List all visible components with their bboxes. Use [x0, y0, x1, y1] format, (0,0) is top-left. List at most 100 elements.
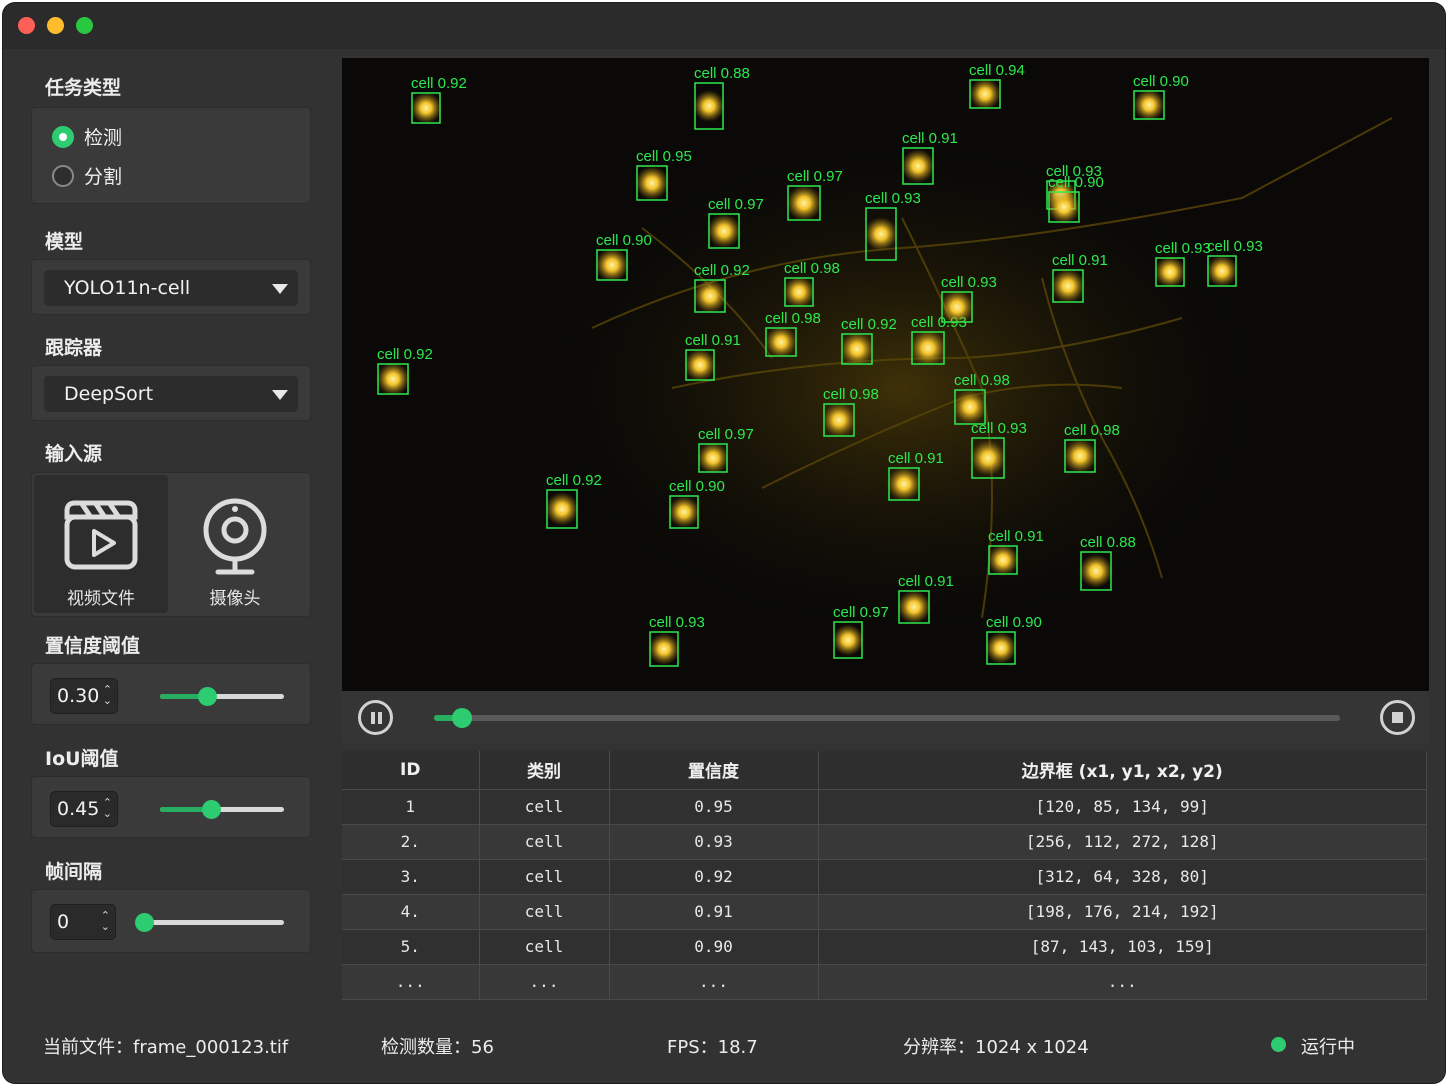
cell-class: cell: [479, 929, 610, 965]
detection-box: cell 0.93: [648, 614, 705, 667]
cell-blob: [901, 149, 935, 183]
table-row[interactable]: 2. cell 0.93 [256, 112, 272, 128]: [342, 824, 1427, 860]
cell-blob: [693, 279, 727, 313]
table-row[interactable]: 4. cell 0.91 [198, 176, 214, 192]: [342, 894, 1427, 930]
detection-label: cell 0.91: [898, 573, 954, 590]
zoom-window-button[interactable]: [76, 17, 93, 34]
chevron-down-icon[interactable]: [272, 284, 288, 294]
status-bar: 当前文件：frame_000123.tif 检测数量：56 FPS：18.7 分…: [3, 1025, 1445, 1061]
cell-blob: [864, 217, 898, 251]
detection-table: ID 类别 置信度 边界框 (x1, y1, x2, y2) 1 cell 0.…: [342, 751, 1427, 1000]
detection-label: cell 0.93: [971, 420, 1027, 437]
stepper-arrows-icon[interactable]: ⌃ ⌄: [101, 910, 110, 932]
chevron-down-icon[interactable]: [272, 390, 288, 400]
frame-interval-slider-handle[interactable]: [135, 913, 154, 932]
cell-blob: [822, 403, 856, 437]
cell-blob: [1051, 269, 1085, 303]
frame-interval-slider[interactable]: [135, 913, 284, 932]
pause-icon[interactable]: [358, 700, 393, 735]
webcam-button[interactable]: 摄像头: [168, 475, 302, 613]
status-resolution: 分辨率：1024 x 1024: [903, 1037, 1089, 1058]
cell-blob: [648, 633, 680, 665]
frame-interval-spinbox[interactable]: 0 ⌃ ⌄: [50, 904, 116, 940]
cell-blob: [765, 326, 797, 358]
detection-label: cell 0.97: [787, 168, 843, 185]
radio-detect-indicator[interactable]: [52, 125, 74, 148]
detection-label: cell 0.92: [841, 316, 897, 333]
cell-blob: [897, 590, 931, 624]
confidence-slider[interactable]: [160, 687, 284, 706]
input-source-panel: 视频文件 摄像头: [31, 472, 311, 617]
confidence-spinbox[interactable]: 0.30 ⌃ ⌄: [50, 678, 118, 714]
tracker-label: 跟踪器: [45, 337, 103, 359]
radio-segment-label: 分割: [84, 166, 123, 188]
minimize-window-button[interactable]: [47, 17, 64, 34]
cell-blob: [910, 330, 946, 366]
cell-class: cell: [479, 824, 610, 860]
cell-bbox: [120, 85, 134, 99]: [818, 789, 1427, 825]
tracker-select[interactable]: DeepSort: [44, 376, 298, 412]
stop-icon[interactable]: [1380, 700, 1415, 735]
cell-confidence: 0.93: [609, 824, 819, 860]
playback-progress-bar[interactable]: [434, 708, 1340, 728]
stepper-arrows-icon[interactable]: ⌃ ⌄: [103, 797, 112, 819]
cell-class: cell: [479, 859, 610, 895]
table-row[interactable]: 1 cell 0.95 [120, 85, 134, 99]: [342, 789, 1427, 825]
cell-blob: [783, 276, 815, 308]
detection-label: cell 0.92: [694, 262, 750, 279]
sidebar: 任务类型 检测 分割 模型 YOLO11n-cell 跟踪器 DeepSort: [3, 49, 333, 1009]
model-panel: YOLO11n-cell: [31, 259, 311, 315]
cell-blob: [832, 624, 864, 656]
column-header-id[interactable]: ID: [342, 751, 480, 790]
detection-box: cell 0.94: [969, 62, 1025, 110]
video-file-button[interactable]: 视频文件: [34, 475, 168, 613]
detection-label: cell 0.90: [1048, 174, 1104, 191]
detection-label: cell 0.90: [1133, 73, 1189, 90]
detection-label: cell 0.90: [596, 232, 652, 249]
model-select[interactable]: YOLO11n-cell: [44, 270, 298, 306]
table-row[interactable]: ... ... ... ...: [342, 964, 1427, 1000]
radio-detect[interactable]: 检测: [52, 123, 122, 150]
cell-class: cell: [479, 789, 610, 825]
radio-segment[interactable]: 分割: [52, 162, 122, 189]
radio-segment-indicator[interactable]: [52, 164, 74, 187]
detection-label: cell 0.93: [865, 190, 921, 207]
confidence-slider-handle[interactable]: [198, 687, 218, 706]
cell-blob: [1047, 190, 1081, 224]
cell-blob: [786, 185, 822, 221]
cell-id: ...: [342, 964, 480, 1000]
iou-value: 0.45: [57, 798, 100, 820]
column-header-class[interactable]: 类别: [479, 751, 610, 790]
detection-label: cell 0.90: [669, 478, 725, 495]
detection-label: cell 0.90: [986, 614, 1042, 631]
progress-handle[interactable]: [452, 708, 473, 728]
video-file-icon: [64, 500, 138, 570]
iou-slider[interactable]: [160, 800, 284, 819]
detection-label: cell 0.97: [708, 196, 764, 213]
detection-label: cell 0.93: [1207, 238, 1263, 255]
iou-slider-handle[interactable]: [201, 800, 221, 819]
input-source-label: 输入源: [45, 443, 103, 465]
model-select-value: YOLO11n-cell: [64, 277, 191, 299]
detection-label: cell 0.97: [833, 604, 889, 621]
cell-blob: [693, 90, 725, 122]
column-header-bbox[interactable]: 边界框 (x1, y1, x2, y2): [818, 751, 1427, 790]
cell-class: cell: [479, 894, 610, 930]
cell-confidence: 0.90: [609, 929, 819, 965]
table-row[interactable]: 5. cell 0.90 [87, 143, 103, 159]: [342, 929, 1427, 965]
tracker-panel: DeepSort: [31, 365, 311, 421]
detection-label: cell 0.91: [888, 450, 944, 467]
table-row[interactable]: 3. cell 0.92 [312, 64, 328, 80]: [342, 859, 1427, 895]
iou-threshold-label: IoU阈值: [45, 748, 119, 770]
detection-box: cell 0.90: [985, 614, 1042, 665]
cell-blob: [887, 467, 921, 501]
cell-id: 5.: [342, 929, 480, 965]
column-header-confidence[interactable]: 置信度: [609, 751, 819, 790]
iou-spinbox[interactable]: 0.45 ⌃ ⌄: [50, 791, 118, 827]
detection-label: cell 0.92: [377, 346, 433, 363]
stepper-arrows-icon[interactable]: ⌃ ⌄: [103, 684, 112, 706]
close-window-button[interactable]: [18, 17, 35, 34]
detection-label: cell 0.98: [954, 372, 1010, 389]
cell-blob: [940, 290, 974, 324]
frame-interval-value: 0: [57, 911, 70, 933]
